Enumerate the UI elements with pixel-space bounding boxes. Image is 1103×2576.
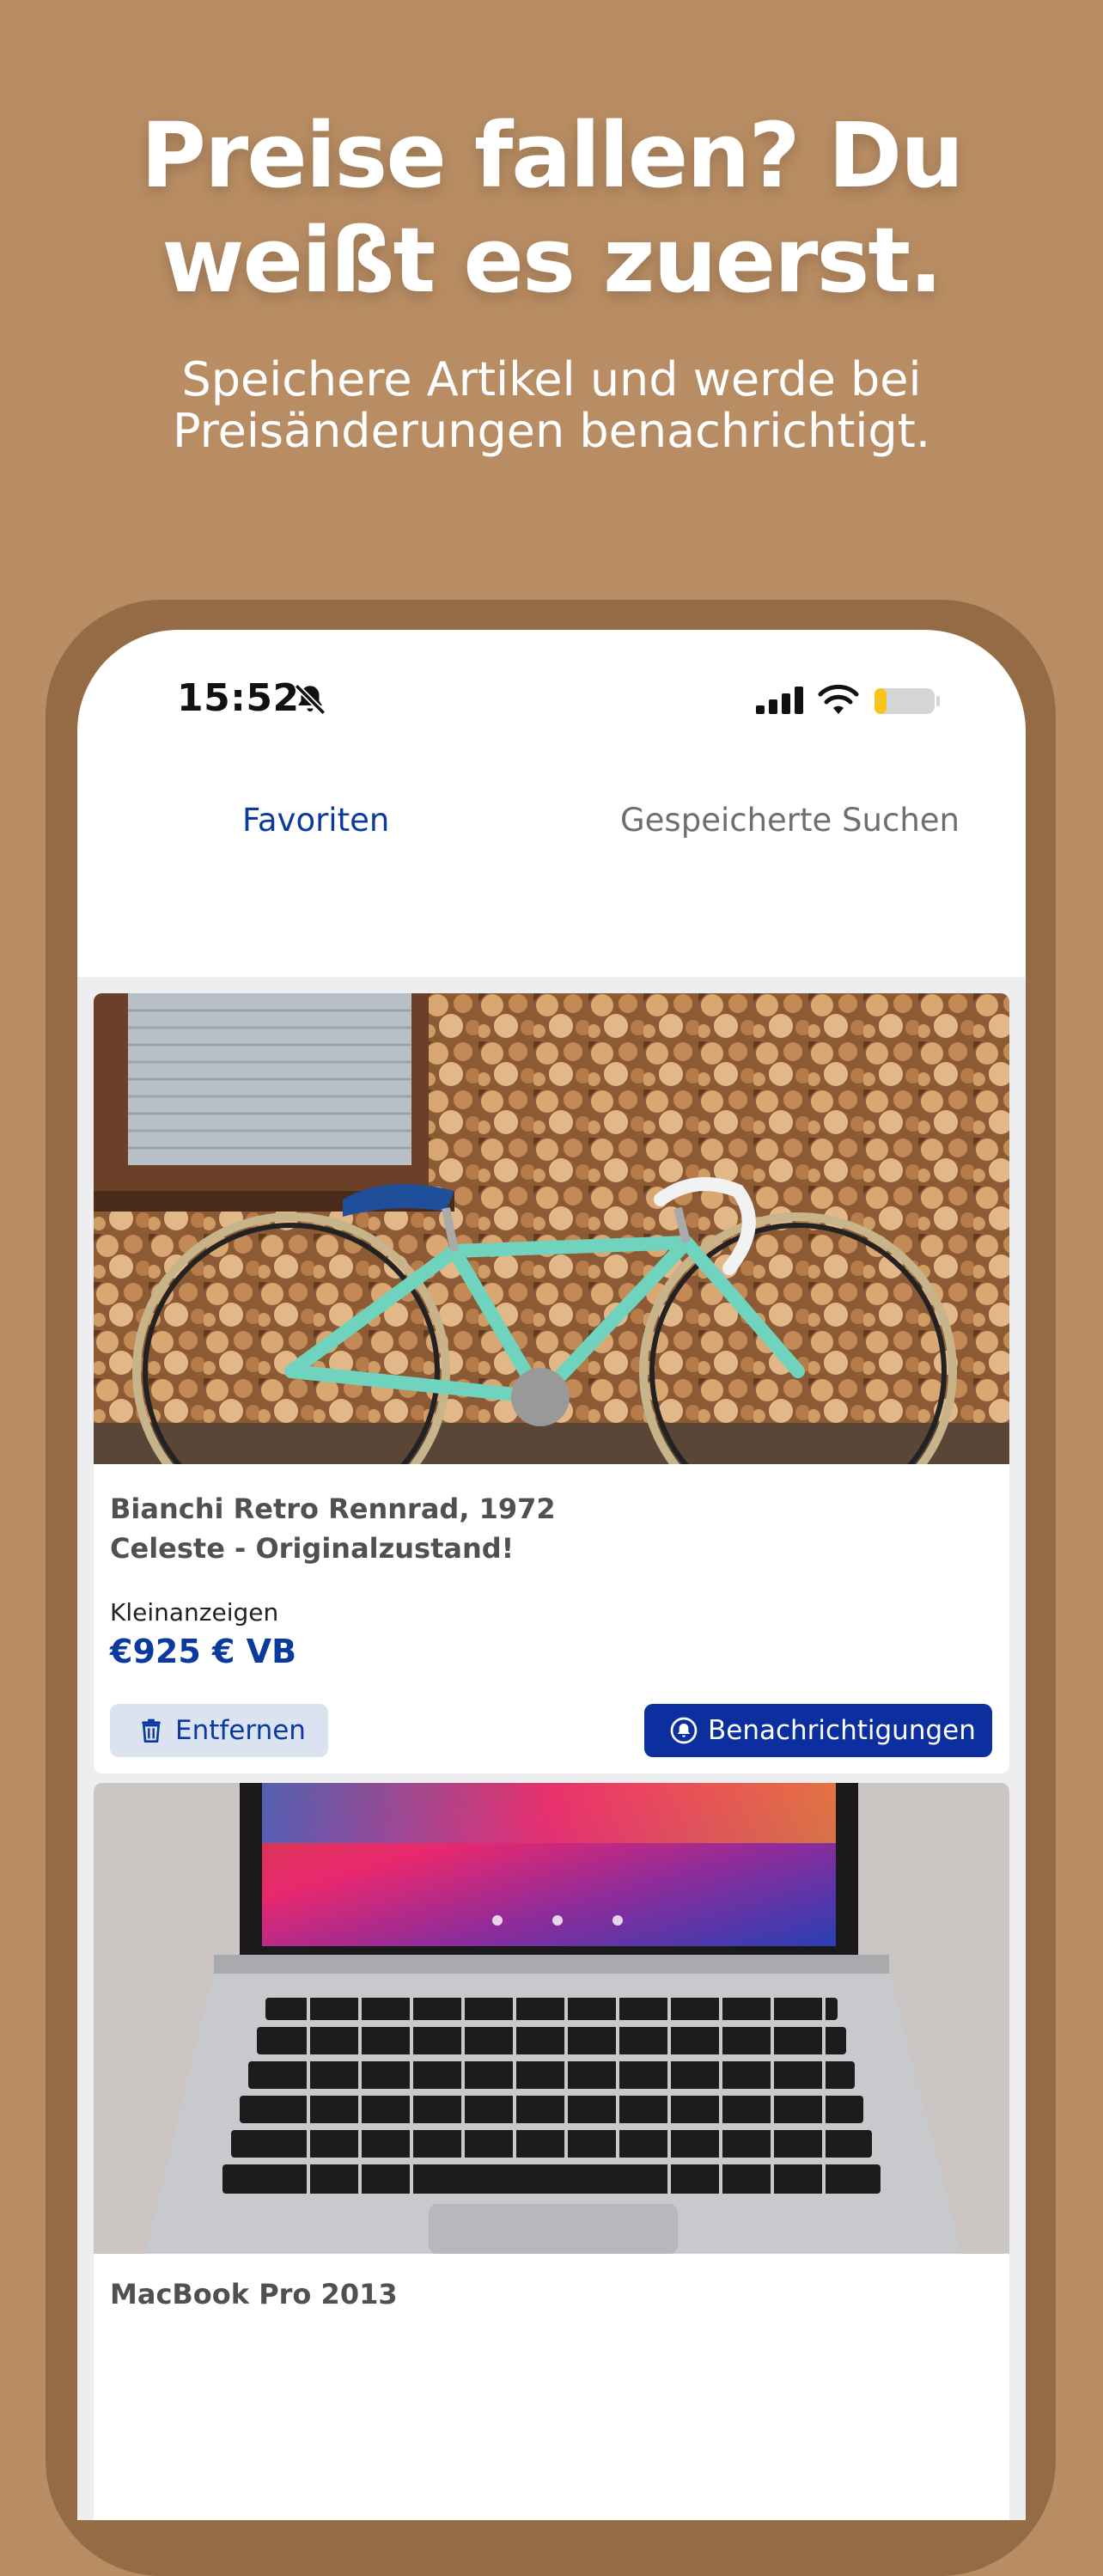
promo-headline: Preise fallen? Du weißt es zuerst.: [0, 103, 1103, 313]
trash-icon: [142, 1718, 161, 1743]
phone-screen: 15:52 Favoriten Gespeicherte Suchen Bian…: [77, 630, 1026, 2520]
promo-subline-line2: Preisänderungen benachrichtigt.: [173, 404, 930, 458]
status-time: 15:52: [177, 676, 300, 720]
bell-circle-icon: [670, 1717, 698, 1744]
promo-subline: Speichere Artikel und werde bei Preisänd…: [0, 354, 1103, 457]
listing-image-macbook[interactable]: [94, 1783, 1009, 2254]
promo-headline-line1: Preise fallen? Du: [140, 103, 965, 208]
tab-favorites[interactable]: Favoriten: [242, 802, 389, 839]
favorites-list[interactable]: Bianchi Retro Rennrad, 1972 Celeste - Or…: [77, 977, 1026, 2520]
remove-button[interactable]: Entfernen: [110, 1704, 328, 1757]
listing-price: €925 € VB: [110, 1633, 297, 1670]
notifications-button-label: Benachrichtigungen: [708, 1715, 976, 1746]
listing-card[interactable]: MacBook Pro 2013: [94, 1783, 1009, 2520]
tab-saved-searches[interactable]: Gespeicherte Suchen: [620, 802, 960, 839]
cellular-signal-icon: [756, 687, 803, 714]
bell-slash-icon: [294, 683, 326, 716]
listing-title[interactable]: MacBook Pro 2013: [110, 2274, 883, 2314]
listing-title[interactable]: Bianchi Retro Rennrad, 1972 Celeste - Or…: [110, 1489, 883, 1568]
listing-source: Kleinanzeigen: [110, 1598, 279, 1627]
promo-headline-line2: weißt es zuerst.: [161, 208, 942, 313]
battery-icon: [874, 688, 940, 714]
listing-image-bike[interactable]: [94, 993, 1009, 1464]
promo-subline-line1: Speichere Artikel und werde bei: [181, 352, 922, 406]
listing-title-line1: Bianchi Retro Rennrad, 1972: [110, 1492, 556, 1525]
listing-card[interactable]: Bianchi Retro Rennrad, 1972 Celeste - Or…: [94, 993, 1009, 1773]
wifi-icon: [818, 684, 859, 714]
remove-button-label: Entfernen: [175, 1715, 306, 1746]
listing-title-line1: MacBook Pro 2013: [110, 2278, 398, 2310]
listing-title-line2: Celeste - Originalzustand!: [110, 1532, 515, 1565]
notifications-button[interactable]: Benachrichtigungen: [644, 1704, 992, 1757]
